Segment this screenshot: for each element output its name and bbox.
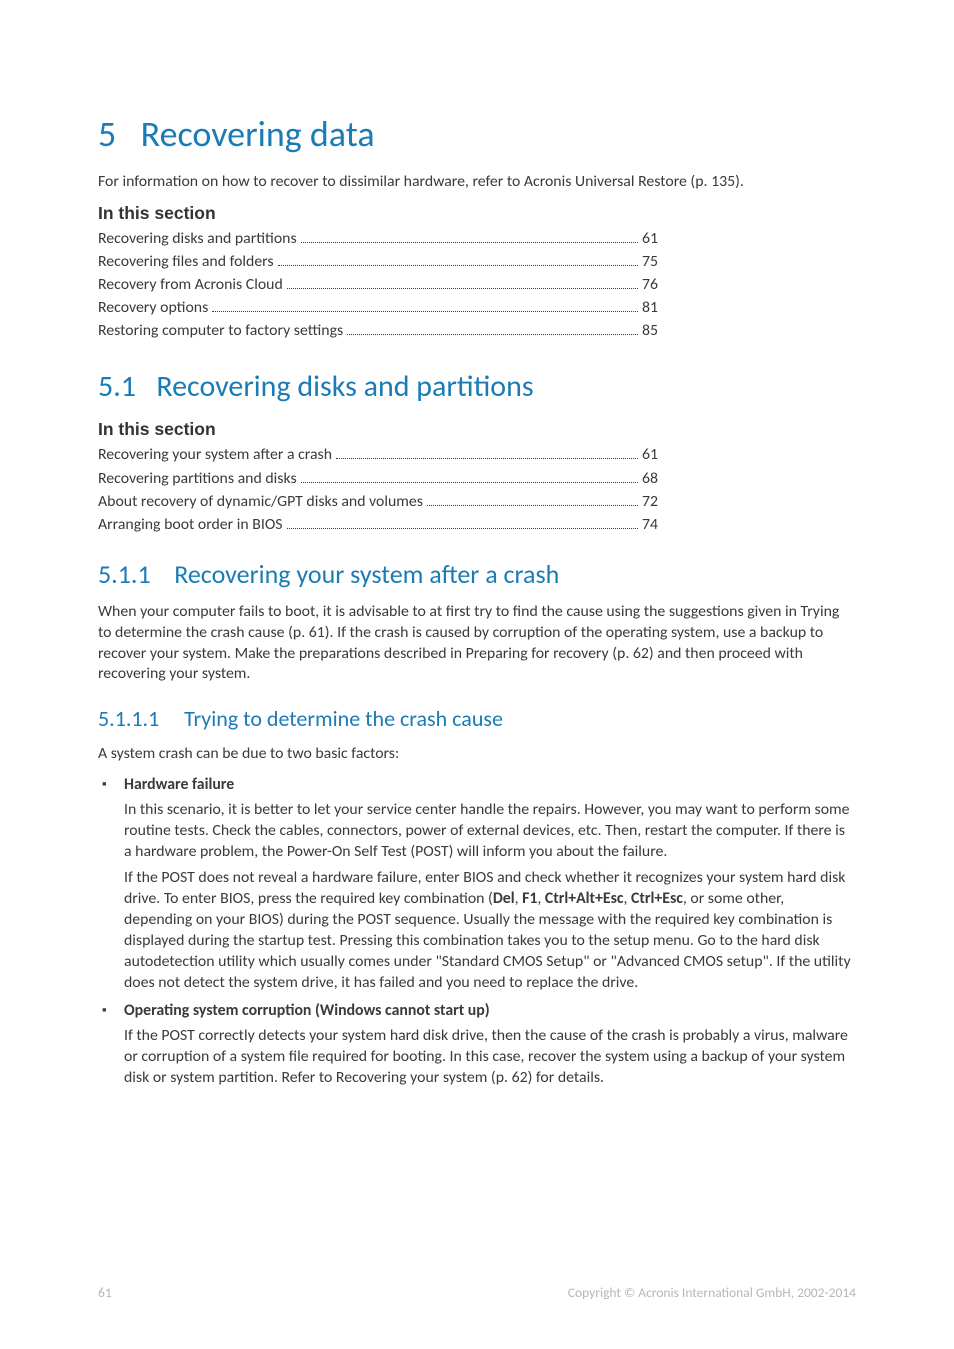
section-label: In this section: [98, 203, 856, 224]
toc-page: 68: [642, 468, 658, 490]
toc-page: 85: [642, 320, 658, 342]
footer-copyright: Copyright © Acronis International GmbH, …: [568, 1284, 856, 1301]
toc-leader: [347, 334, 638, 335]
chapter-intro: For information on how to recover to dis…: [98, 172, 856, 193]
toc-title: Arranging boot order in BIOS: [98, 514, 283, 536]
bullet-para: If the POST correctly detects your syste…: [124, 1026, 856, 1089]
toc-leader: [336, 458, 638, 459]
toc-title: Recovering files and folders: [98, 251, 274, 273]
list-item: ▪ Operating system corruption (Windows c…: [98, 1001, 856, 1022]
bullet-body: If the POST correctly detects your syste…: [124, 1026, 856, 1089]
bullet-heading: Operating system corruption (Windows can…: [124, 1001, 490, 1022]
footer-page-number: 61: [98, 1284, 112, 1301]
section-heading-511: 5.1.1 Recovering your system after a cra…: [98, 558, 856, 590]
toc-title: Recovering disks and partitions: [98, 228, 297, 250]
bullet-heading: Hardware failure: [124, 775, 234, 796]
toc-row: Recovering partitions and disks 68: [98, 468, 658, 490]
chapter-title: Recovering data: [141, 112, 375, 156]
toc-page: 81: [642, 297, 658, 319]
bullet-para: If the POST does not reveal a hardware f…: [124, 868, 856, 993]
key-name: Ctrl+Esc: [631, 889, 683, 908]
toc-page: 75: [642, 251, 658, 273]
section-number: 5.1: [98, 368, 136, 405]
toc-row: Recovering disks and partitions 61: [98, 228, 658, 250]
toc-leader: [427, 505, 638, 506]
key-name: F1: [522, 889, 537, 908]
toc-page: 61: [642, 444, 658, 466]
toc-row: About recovery of dynamic/GPT disks and …: [98, 491, 658, 513]
page-footer: 61 Copyright © Acronis International Gmb…: [0, 1284, 954, 1301]
bullet-body: In this scenario, it is better to let yo…: [124, 800, 856, 994]
section-label: In this section: [98, 419, 856, 440]
toc-title: Recovery options: [98, 297, 208, 319]
bullet-list: ▪ Hardware failure In this scenario, it …: [98, 775, 856, 1089]
chapter-heading: 5 Recovering data: [98, 112, 856, 156]
section-511-para: When your computer fails to boot, it is …: [98, 602, 856, 685]
toc-section-51: Recovering your system after a crash 61 …: [98, 444, 658, 535]
bullet-icon: ▪: [98, 775, 124, 795]
bullet-icon: ▪: [98, 1001, 124, 1021]
toc-row: Restoring computer to factory settings 8…: [98, 320, 658, 342]
toc-title: Recovering your system after a crash: [98, 444, 332, 466]
toc-leader: [301, 482, 638, 483]
section-number: 5.1.1.1: [98, 705, 159, 732]
section-5111-intro: A system crash can be due to two basic f…: [98, 744, 856, 765]
section-heading-51: 5.1 Recovering disks and partitions: [98, 368, 856, 405]
toc-leader: [301, 242, 638, 243]
toc-title: Restoring computer to factory settings: [98, 320, 343, 342]
bullet-para: In this scenario, it is better to let yo…: [124, 800, 856, 863]
toc-row: Recovering your system after a crash 61: [98, 444, 658, 466]
text-run: ,: [624, 889, 632, 908]
section-title: Trying to determine the crash cause: [184, 705, 503, 732]
section-title: Recovering your system after a crash: [174, 558, 559, 590]
text-run: ,: [515, 889, 523, 908]
toc-page: 72: [642, 491, 658, 513]
chapter-number: 5: [98, 112, 116, 156]
section-heading-5111: 5.1.1.1 Trying to determine the crash ca…: [98, 705, 856, 732]
key-name: Ctrl+Alt+Esc: [545, 889, 624, 908]
text-run: ,: [537, 889, 545, 908]
toc-title: About recovery of dynamic/GPT disks and …: [98, 491, 423, 513]
section-title: Recovering disks and partitions: [156, 368, 533, 405]
toc-page: 76: [642, 274, 658, 296]
key-name: Del: [493, 889, 515, 908]
toc-row: Recovery options 81: [98, 297, 658, 319]
toc-chapter: Recovering disks and partitions 61 Recov…: [98, 228, 658, 343]
list-item: ▪ Hardware failure: [98, 775, 856, 796]
toc-page: 74: [642, 514, 658, 536]
toc-page: 61: [642, 228, 658, 250]
toc-title: Recovering partitions and disks: [98, 468, 297, 490]
toc-leader: [278, 265, 638, 266]
toc-leader: [212, 311, 638, 312]
toc-leader: [287, 528, 638, 529]
toc-title: Recovery from Acronis Cloud: [98, 274, 283, 296]
toc-row: Recovering files and folders 75: [98, 251, 658, 273]
toc-row: Arranging boot order in BIOS 74: [98, 514, 658, 536]
toc-leader: [287, 288, 638, 289]
section-number: 5.1.1: [98, 558, 151, 590]
toc-row: Recovery from Acronis Cloud 76: [98, 274, 658, 296]
